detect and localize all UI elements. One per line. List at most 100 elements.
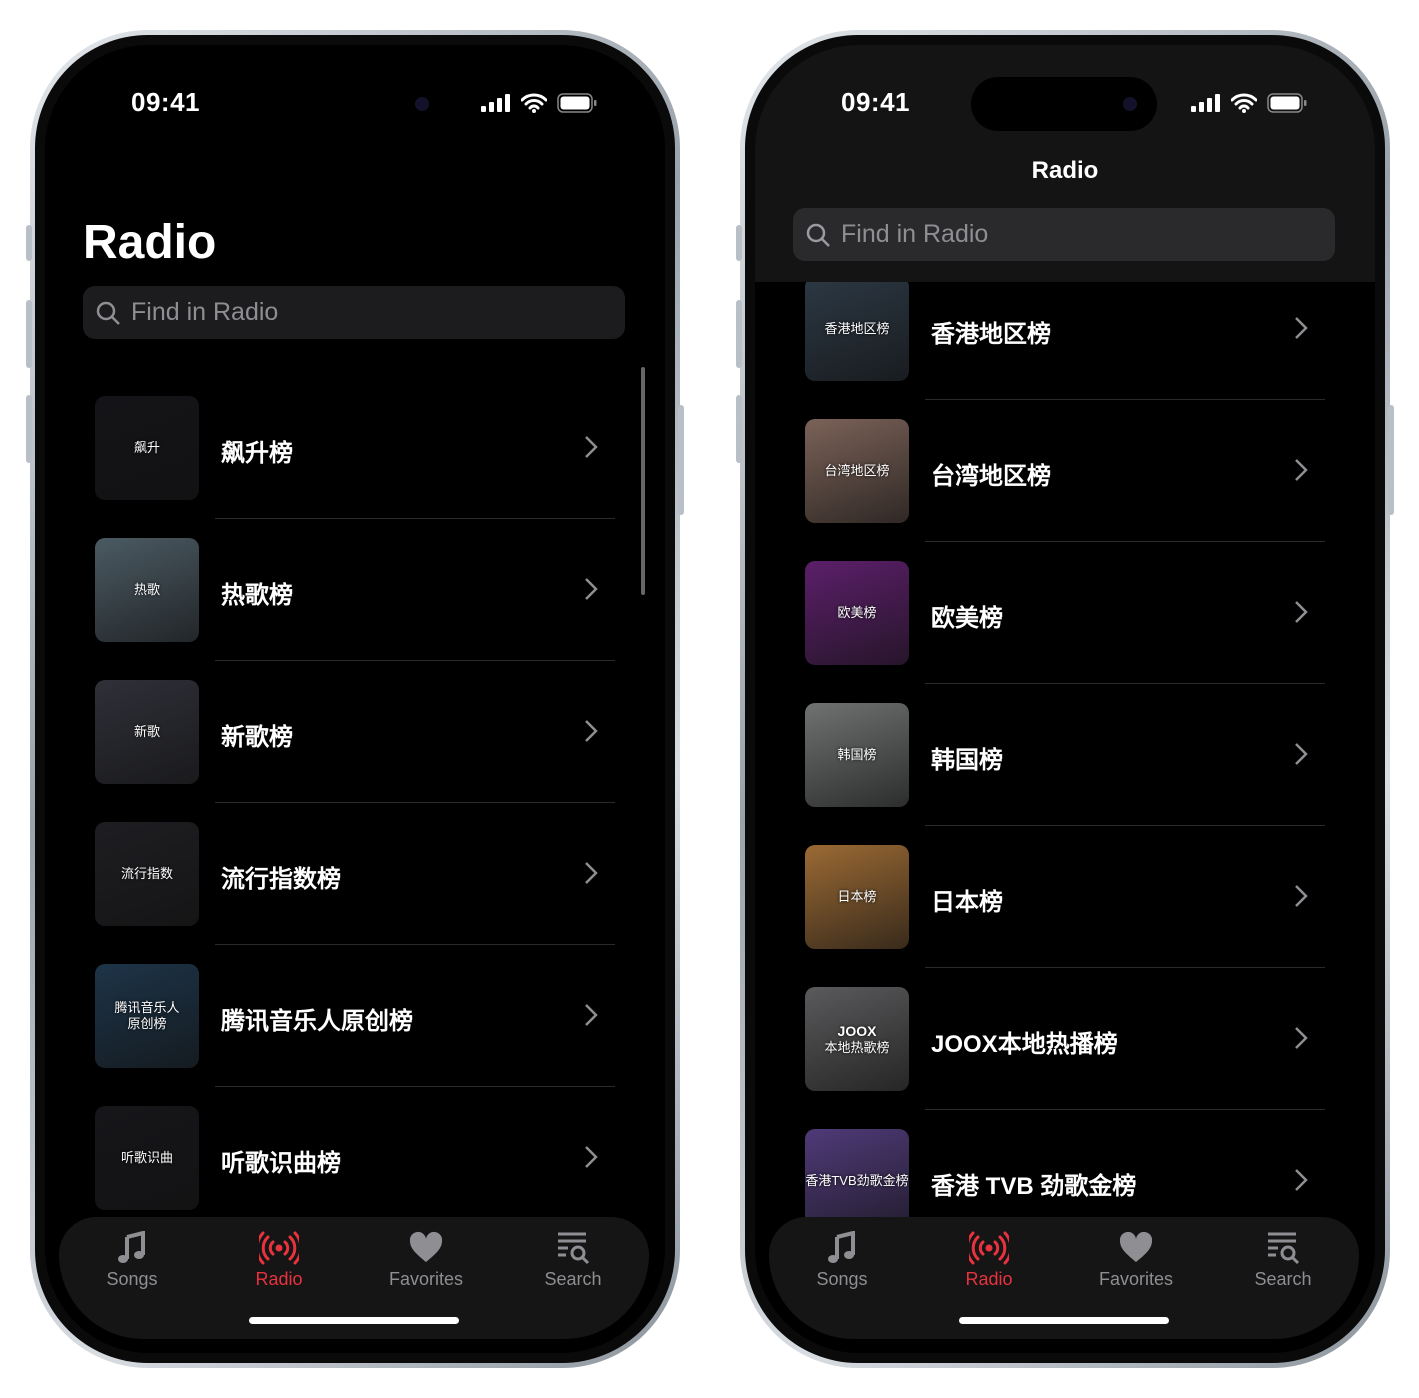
scrollbar[interactable] [641, 367, 645, 595]
cover-thumbnail: 腾讯音乐人 原创榜 [95, 964, 199, 1068]
music-note-icon [828, 1231, 855, 1263]
list-item[interactable]: 热歌 热歌榜 [45, 519, 665, 661]
search-input[interactable]: Find in Radio [83, 286, 625, 339]
cover-thumbnail: 流行指数 [95, 822, 199, 926]
list-item[interactable]: 腾讯音乐人 原创榜 腾讯音乐人原创榜 [45, 945, 665, 1087]
heart-icon [409, 1231, 443, 1262]
tab-search[interactable]: Search [1223, 1231, 1343, 1290]
signal-icon [1191, 94, 1220, 112]
list-item[interactable]: 韩国榜 韩国榜 [755, 684, 1375, 826]
tab-label: Favorites [388, 1269, 464, 1289]
search-list-icon [558, 1232, 590, 1265]
side-button-left [26, 225, 32, 261]
tab-radio[interactable]: Radio [929, 1231, 1049, 1290]
chevron-right-icon [583, 1002, 599, 1033]
cover-thumbnail: 台湾地区榜 [805, 419, 909, 523]
tab-radio[interactable]: Radio [219, 1231, 339, 1290]
thumbnail-label: 腾讯音乐人 [114, 1000, 180, 1016]
search-list-icon [1268, 1232, 1300, 1265]
list-item[interactable]: 欧美榜 欧美榜 [755, 542, 1375, 684]
list-item-label: 热歌榜 [221, 582, 293, 609]
list-item-label: 欧美榜 [931, 605, 1003, 632]
battery-icon [1267, 93, 1307, 113]
cover-thumbnail: 飙升 [95, 396, 199, 500]
home-indicator[interactable] [959, 1317, 1169, 1324]
cover-thumbnail: 欧美榜 [805, 561, 909, 665]
status-time: 09:41 [841, 87, 910, 117]
chevron-right-icon [583, 434, 599, 465]
thumbnail-label: JOOX [837, 1022, 877, 1039]
cover-thumbnail: 韩国榜 [805, 703, 909, 807]
chevron-right-icon [583, 860, 599, 891]
chevron-right-icon [583, 1144, 599, 1175]
wifi-icon [1231, 93, 1257, 113]
home-indicator[interactable] [249, 1317, 459, 1324]
tab-label: Radio [965, 1269, 1013, 1289]
chevron-right-icon [1293, 1167, 1309, 1198]
thumbnail-label: 原创榜 [127, 1016, 167, 1031]
chart-list: 飙升 飙升榜 热歌 热歌榜 新歌 新歌榜 流行指数 流行指数榜 腾讯音乐人 原创榜 腾讯音乐人原创榜… [45, 377, 665, 1229]
cover-thumbnail: 香港地区榜 [805, 277, 909, 381]
side-button-left [26, 300, 32, 368]
side-button-left [736, 225, 742, 261]
tab-label: Songs [816, 1269, 868, 1289]
heart-icon [1119, 1231, 1153, 1262]
tab-favorites[interactable]: Favorites [366, 1231, 486, 1290]
tab-songs[interactable]: Songs [782, 1231, 902, 1290]
tab-songs[interactable]: Songs [72, 1231, 192, 1290]
search-icon [806, 223, 830, 247]
camera [415, 97, 429, 111]
tab-favorites[interactable]: Favorites [1076, 1231, 1196, 1290]
thumbnail-label: 飙升 [133, 440, 160, 456]
thumbnail-label: 香港TVB劲歌金榜 [805, 1173, 909, 1189]
list-item[interactable]: 听歌识曲 听歌识曲榜 [45, 1087, 665, 1229]
cover-thumbnail: 新歌 [95, 680, 199, 784]
tab-label: Search [1254, 1269, 1312, 1289]
side-button-left [736, 300, 742, 368]
chevron-right-icon [1293, 883, 1309, 914]
list-item[interactable]: 日本榜 日本榜 [755, 826, 1375, 968]
thumbnail-label: 新歌 [133, 724, 160, 740]
list-item[interactable]: 新歌 新歌榜 [45, 661, 665, 803]
battery-icon [557, 93, 597, 113]
list-item[interactable]: 流行指数 流行指数榜 [45, 803, 665, 945]
list-item[interactable]: 飙升 飙升榜 [45, 377, 665, 519]
nav-header: 09:41 Radio Find in Radio [755, 45, 1375, 282]
tab-label: Radio [255, 1269, 303, 1289]
list-item-label: 腾讯音乐人原创榜 [221, 1008, 413, 1035]
status-time: 09:41 [131, 87, 200, 117]
signal-icon [481, 94, 510, 112]
list-item-label: 听歌识曲榜 [221, 1150, 341, 1177]
thumbnail-label: 流行指数 [120, 866, 173, 882]
radio-broadcast-icon [259, 1231, 299, 1265]
thumbnail-label: 本地热歌榜 [824, 1039, 890, 1055]
tab-label: Search [544, 1269, 602, 1289]
camera [1123, 97, 1137, 111]
cover-thumbnail: 热歌 [95, 538, 199, 642]
page-title: Radio [83, 216, 217, 269]
search-placeholder: Find in Radio [841, 220, 989, 248]
screen: 09:41 Radio Find in Radio 飙升 飙升榜 热歌 热歌榜 新歌 新歌… [45, 45, 665, 1353]
list-item[interactable]: JOOX 本地热歌榜 JOOX本地热播榜 [755, 968, 1375, 1110]
list-item[interactable]: 台湾地区榜 台湾地区榜 [755, 400, 1375, 542]
list-item-label: 飙升榜 [221, 440, 293, 467]
thumbnail-label: 台湾地区榜 [824, 463, 890, 479]
cover-thumbnail: 日本榜 [805, 845, 909, 949]
phone-right: 09:41 Radio Find in Radio 香港地区榜 香港地区榜 台湾地区… [740, 30, 1390, 1368]
thumbnail-label: 欧美榜 [837, 605, 877, 621]
tab-label: Favorites [1098, 1269, 1174, 1289]
search-input[interactable]: Find in Radio [793, 208, 1335, 261]
side-button-left [26, 395, 32, 463]
music-note-icon [118, 1231, 145, 1263]
tab-search[interactable]: Search [513, 1231, 633, 1290]
chevron-right-icon [1293, 1025, 1309, 1056]
search-placeholder: Find in Radio [131, 298, 279, 326]
thumbnail-label: 热歌 [133, 582, 160, 598]
cover-thumbnail: 听歌识曲 [95, 1106, 199, 1210]
list-item-label: 新歌榜 [221, 724, 293, 751]
chart-list: 香港地区榜 香港地区榜 台湾地区榜 台湾地区榜 欧美榜 欧美榜 韩国榜 韩国榜 日本榜 日本榜 JO… [755, 258, 1375, 1252]
chevron-right-icon [1293, 315, 1309, 346]
thumbnail-label: 香港地区榜 [824, 321, 890, 337]
phone-left: 09:41 Radio Find in Radio 飙升 飙升榜 热歌 热歌榜 新歌 新歌… [30, 30, 680, 1368]
list-item-label: JOOX本地热播榜 [931, 1031, 1118, 1058]
